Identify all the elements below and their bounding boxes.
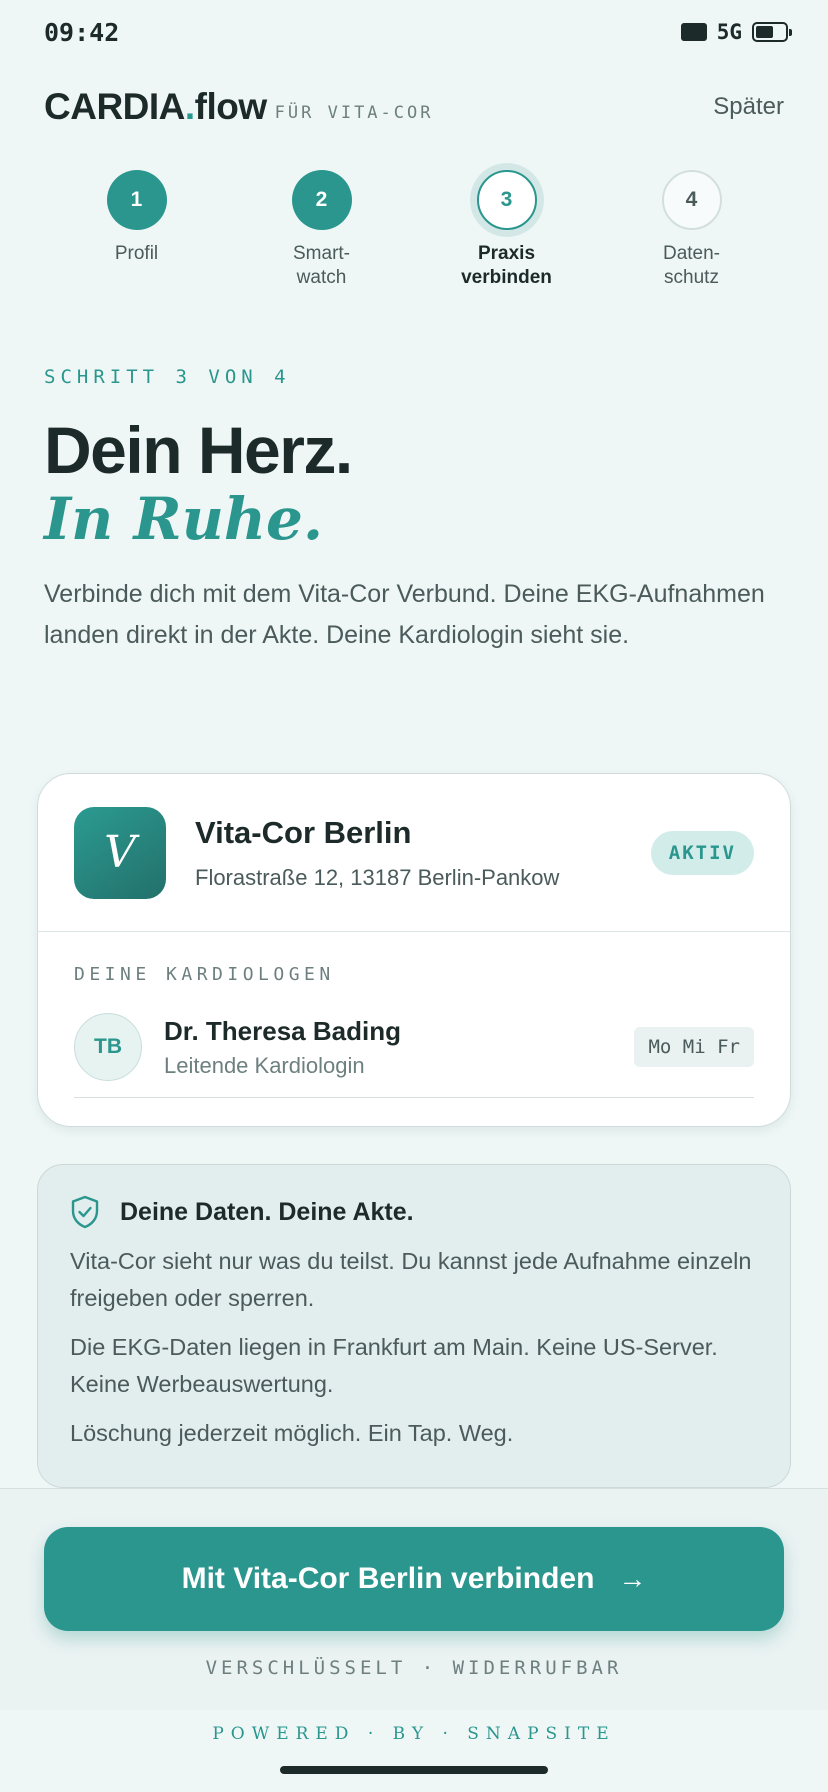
brand-logo: CARDIA.flow [44,86,267,128]
step-label: Praxis verbinden [461,243,552,288]
privacy-box: Deine Daten. Deine Akte. Vita-Cor sieht … [37,1164,791,1488]
doctor-role: Leitende Kardiologin [164,1052,365,1078]
privacy-title: Deine Daten. Deine Akte. [120,1197,414,1226]
step-number: 1 [106,170,167,230]
practice-header: V Vita-Cor Berlin Florastraße 12, 13187 … [38,774,790,932]
page-title-accent: In Ruhe. [44,485,324,553]
practice-card[interactable]: V Vita-Cor Berlin Florastraße 12, 13187 … [37,773,791,1127]
doctor-name: Dr. Theresa Bading [164,1015,401,1046]
home-indicator[interactable] [280,1766,548,1774]
progress-stepper: 1 Profil 2 Smart- watch 3 Praxis verbind… [44,170,784,290]
step-label: Daten- schutz [662,243,721,288]
status-badge: AKTIV [650,830,754,875]
battery-level [756,26,774,38]
doctors-section-label: DEINE KARDIOLOGEN [74,964,335,985]
battery-icon [752,22,792,42]
intro-text: Verbinde dich mit dem Vita-Cor Verbund. … [44,580,765,649]
brand-dot: . [184,86,195,127]
practice-logo: V [74,806,166,899]
avatar: TB [74,1013,142,1081]
security-note: VERSCHLÜSSELT · WIDERRUFBAR [205,1657,623,1679]
practice-name: Vita-Cor Berlin [195,814,412,850]
later-button[interactable]: Später [713,93,784,121]
powered-bar: POWERED · BY · SNAPSITE [0,1710,828,1792]
doctor-info: Dr. Theresa Bading Leitende Kardiologin [164,1016,401,1079]
doctor-days: Mo Mi Fr [634,1027,754,1067]
connect-button[interactable]: Mit Vita-Cor Berlin verbinden → [44,1527,784,1631]
privacy-paragraph: Vita-Cor sieht nur was du teilst. Du kan… [70,1248,752,1311]
practice-address: Florastraße 12, 13187 Berlin-Pankow [195,864,560,890]
step-number: 3 [476,170,537,230]
status-indicators: 5G [680,20,792,44]
step-number: 4 [661,170,722,230]
step-profil[interactable]: 1 Profil [62,170,212,290]
step-datenschutz[interactable]: 4 Daten- schutz [617,170,767,290]
footer: Mit Vita-Cor Berlin verbinden → VERSCHLÜ… [0,1488,828,1710]
privacy-paragraph: Die EKG-Daten liegen in Frankfurt am Mai… [70,1334,718,1397]
step-label: Profil [114,243,159,264]
step-number: 2 [291,170,352,230]
network-type: 5G [716,20,742,44]
practice-info: Vita-Cor Berlin Florastraße 12, 13187 Be… [195,815,559,891]
status-bar: 09:42 5G [0,0,828,64]
powered-by-text: POWERED · BY · SNAPSITE [212,1724,616,1744]
signal-icon [680,23,707,41]
brand-suffix: flow [194,86,267,127]
status-time: 09:42 [44,18,120,47]
step-smartwatch[interactable]: 2 Smart- watch [247,170,397,290]
brand-main: CARDIA [44,86,185,127]
privacy-header: Deine Daten. Deine Akte. [70,1195,758,1229]
step-label: Smart- watch [293,243,350,288]
privacy-paragraph: Löschung jederzeit möglich. Ein Tap. Weg… [70,1420,514,1446]
doctor-row[interactable]: TB Dr. Theresa Bading Leitende Kardiolog… [74,1013,754,1098]
step-praxis-verbinden[interactable]: 3 Praxis verbinden [432,170,582,290]
step-eyebrow: SCHRITT 3 VON 4 [44,366,291,388]
page-title: Dein Herz. [44,413,353,487]
brand-subtitle: FÜR VITA-COR [274,103,434,123]
connect-button-label: Mit Vita-Cor Berlin verbinden [181,1562,595,1595]
app-header: CARDIA.flow FÜR VITA-COR Später [44,82,784,132]
arrow-right-icon: → [618,1563,647,1594]
doctors-section: DEINE KARDIOLOGEN TB Dr. Theresa Bading … [38,932,790,1098]
shield-check-icon [71,1195,99,1229]
